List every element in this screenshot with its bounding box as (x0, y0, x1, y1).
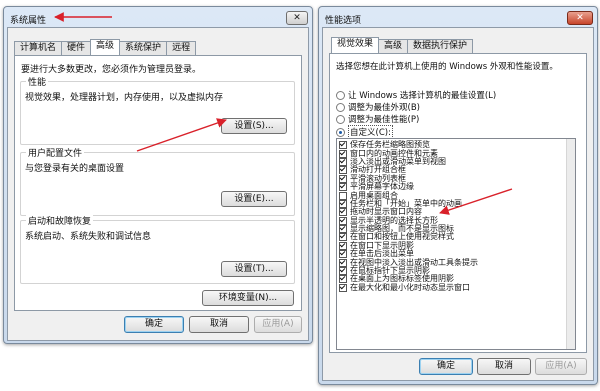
window-body: 计算机名 硬件 高级 系统保护 远程 要进行大多数更改，您必须作为管理员登录。 … (7, 27, 309, 341)
user-profiles-settings-button[interactable]: 设置(E)... (221, 191, 287, 207)
visual-effects-panel: 选择您想在此计算机上使用的 Windows 外观和性能设置。 让 Windows… (329, 53, 587, 353)
window-title: 系统属性 (10, 16, 47, 26)
effect-checkbox[interactable] (339, 275, 347, 284)
window-title: 性能选项 (325, 16, 362, 26)
effect-checkbox[interactable] (339, 191, 347, 200)
close-button[interactable]: ✕ (286, 11, 308, 25)
radio-label: 让 Windows 选择计算机的最佳设置(L) (348, 91, 497, 101)
radio-indicator (336, 114, 345, 124)
radio-label: 自定义(C): (348, 125, 393, 139)
tab-visual-effects[interactable]: 视觉效果 (331, 37, 380, 53)
performance-settings-button[interactable]: 设置(S)... (221, 118, 287, 134)
startup-recovery-settings-button[interactable]: 设置(T)... (221, 261, 287, 277)
effect-checkbox[interactable] (339, 183, 347, 192)
performance-group: 性能 视觉效果，处理器计划，内存使用，以及虚拟内存 设置(S)... (20, 75, 295, 145)
visual-effects-list[interactable]: 保存任务栏缩略图预览 窗口内的动画控件和元素 淡入淡出或滑动菜单到视图 滑动打开组合框… (336, 138, 576, 350)
apply-button: 应用(A) (535, 358, 587, 375)
effect-label: 保存任务栏缩略图预览 (350, 140, 430, 150)
radio-let-windows-choose[interactable]: 让 Windows 选择计算机的最佳设置(L) (336, 89, 496, 101)
startup-recovery-desc: 系统启动、系统失败和调试信息 (25, 232, 152, 242)
tab-remote[interactable]: 远程 (166, 41, 197, 55)
settings-prompt: 选择您想在此计算机上使用的 Windows 外观和性能设置。 (336, 62, 558, 72)
effect-label: 在最大化和最小化时动态显示窗口 (350, 282, 470, 292)
environment-variables-button[interactable]: 环境变量(N)... (202, 290, 294, 306)
cancel-button[interactable]: 取消 (477, 358, 531, 375)
effect-checkbox[interactable] (339, 258, 347, 267)
tab-advanced[interactable]: 高级 (378, 39, 409, 53)
startup-recovery-group: 启动和故障恢复 系统启动、系统失败和调试信息 设置(T)... (20, 214, 295, 284)
tab-data-execution-prevention[interactable]: 数据执行保护 (407, 39, 474, 53)
effect-label: 平滑屏幕字体边缘 (350, 182, 414, 192)
radio-indicator (336, 127, 345, 137)
ok-button[interactable]: 确定 (124, 316, 184, 333)
performance-options-window: 性能选项 ✕ 视觉效果 高级 数据执行保护 选择您想在此计算机上使用的 Wind… (318, 6, 598, 385)
user-profiles-group: 用户配置文件 与您登录有关的桌面设置 设置(E)... (20, 146, 295, 216)
user-profiles-desc: 与您登录有关的桌面设置 (25, 164, 125, 174)
effect-checkbox[interactable] (339, 141, 347, 150)
performance-desc: 视觉效果，处理器计划，内存使用，以及虚拟内存 (25, 93, 224, 103)
effect-checkbox[interactable] (339, 208, 347, 217)
radio-best-performance[interactable]: 调整为最佳性能(P) (336, 113, 419, 125)
effect-checkbox[interactable] (339, 166, 347, 175)
radio-indicator (336, 102, 345, 112)
effect-item[interactable]: 在最大化和最小化时动态显示窗口 (337, 282, 575, 292)
list-scrollbar[interactable] (566, 139, 575, 349)
effects-items: 保存任务栏缩略图预览 窗口内的动画控件和元素 淡入淡出或滑动菜单到视图 滑动打开组合框… (337, 139, 575, 292)
admin-note: 要进行大多数更改，您必须作为管理员登录。 (21, 65, 202, 75)
radio-custom[interactable]: 自定义(C): (336, 125, 393, 139)
system-properties-window: 系统属性 ✕ 计算机名 硬件 高级 系统保护 远程 要进行大多数更改，您必须作为… (3, 6, 313, 344)
cancel-button[interactable]: 取消 (189, 316, 249, 333)
effect-checkbox[interactable] (339, 233, 347, 242)
radio-indicator (336, 90, 345, 100)
tab-hardware[interactable]: 硬件 (61, 41, 92, 55)
user-profiles-title: 用户配置文件 (26, 146, 85, 159)
tab-strip: 计算机名 硬件 高级 系统保护 远程 (14, 39, 197, 55)
tab-system-protection[interactable]: 系统保护 (119, 41, 168, 55)
radio-best-appearance[interactable]: 调整为最佳外观(B) (336, 101, 420, 113)
effect-checkbox[interactable] (339, 149, 347, 158)
apply-button: 应用(A) (254, 316, 302, 333)
advanced-panel: 要进行大多数更改，您必须作为管理员登录。 性能 视觉效果，处理器计划，内存使用，… (14, 55, 302, 311)
radio-label: 调整为最佳性能(P) (348, 115, 420, 125)
effect-checkbox[interactable] (339, 250, 347, 259)
tab-strip: 视觉效果 高级 数据执行保护 (331, 37, 474, 53)
ok-button[interactable]: 确定 (419, 358, 473, 375)
window-body: 视觉效果 高级 数据执行保护 选择您想在此计算机上使用的 Windows 外观和… (322, 27, 594, 381)
performance-title: 性能 (26, 75, 49, 88)
close-button[interactable]: ✕ (567, 11, 593, 25)
tab-computer-name[interactable]: 计算机名 (14, 41, 63, 55)
radio-label: 调整为最佳外观(B) (348, 103, 420, 113)
effect-checkbox[interactable] (339, 283, 347, 292)
tab-advanced[interactable]: 高级 (90, 39, 121, 55)
startup-recovery-title: 启动和故障恢复 (26, 214, 94, 227)
